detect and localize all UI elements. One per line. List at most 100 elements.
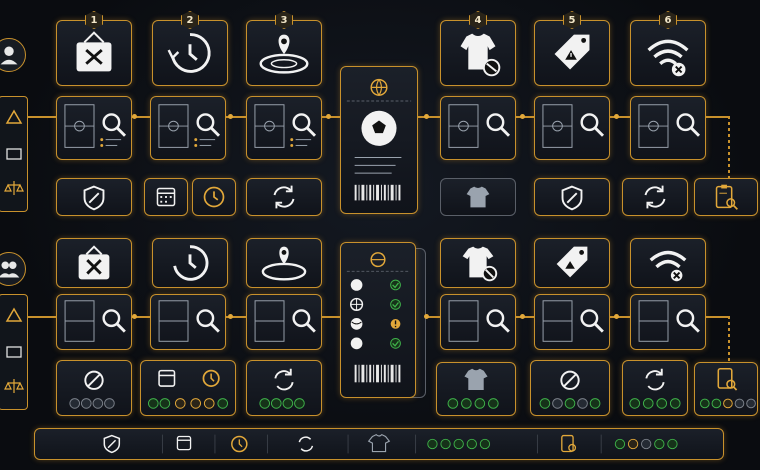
step4-tile[interactable] [440, 20, 516, 86]
pitch-magnifier-icon [64, 300, 126, 342]
calendar-clock-icons [147, 369, 229, 409]
shirt-blocked-icon [460, 33, 501, 77]
match-ticket-icons [346, 78, 412, 201]
shield-blocked-icon [561, 185, 583, 211]
row1-pitch-analysis-3[interactable] [246, 96, 322, 160]
connector-dot [228, 314, 233, 319]
no-entry-sign-icon [78, 245, 110, 280]
refresh-icon [644, 185, 666, 209]
row2-calendar-clock-tile[interactable] [140, 360, 236, 416]
step6-number: 6 [664, 14, 672, 26]
workflow-diagram: 1 2 3 4 5 6 [0, 0, 760, 470]
pitch-magnifier-icon [638, 300, 700, 342]
pitch-magnifier-icon [448, 104, 511, 148]
connector-dot [424, 114, 429, 119]
step1-number: 1 [90, 14, 98, 26]
row1-shirt-tile[interactable] [440, 178, 516, 216]
row2-step4-tile[interactable] [440, 238, 516, 288]
clock-rewind-icon [167, 33, 211, 73]
row2-step2-tile[interactable] [152, 238, 228, 288]
connector-dot [228, 114, 233, 119]
row1-refresh-tile[interactable] [246, 178, 322, 216]
pitch-magnifier-icon [254, 300, 316, 342]
clock-rewind-icon [173, 245, 209, 281]
step5-tile[interactable] [534, 20, 610, 86]
connector-dot [520, 314, 525, 319]
group-avatar-node[interactable] [0, 252, 26, 286]
step2-number: 2 [186, 14, 194, 26]
row2-block-tile[interactable] [56, 360, 132, 416]
row1-pitch-analysis-6[interactable] [630, 96, 706, 160]
row1-pitch-analysis-5[interactable] [534, 96, 610, 160]
step2-tile[interactable] [152, 20, 228, 86]
no-wifi-icon [647, 39, 689, 77]
row2-pitch-analysis-6[interactable] [630, 294, 706, 350]
shirt-icon [447, 368, 499, 409]
single-user-icon [0, 46, 18, 65]
row2-step3-tile[interactable] [246, 238, 322, 288]
warning-tag-icon [556, 246, 588, 278]
row2-shirt-tile[interactable] [436, 362, 516, 416]
no-entry-sign-icon [76, 31, 112, 72]
row2-pitch-analysis-2[interactable] [150, 294, 226, 350]
legend-icons [103, 433, 678, 454]
row2-refresh-tile[interactable] [246, 360, 322, 416]
shield-blocked-icon [83, 185, 105, 211]
row1-refresh-tile-2[interactable] [622, 178, 688, 216]
no-wifi-icon [649, 250, 687, 282]
pitch-magnifier-icon [638, 104, 701, 148]
row2-pitch-analysis-1[interactable] [56, 294, 132, 350]
row2-block-tile-2[interactable] [530, 360, 610, 416]
row2-step6-tile[interactable] [630, 238, 706, 288]
step4-number: 4 [474, 14, 482, 26]
clipboard-search-icon [715, 184, 738, 210]
refresh-icon [629, 368, 681, 409]
refresh-icon [273, 185, 295, 209]
row2-step5-tile[interactable] [534, 238, 610, 288]
row1-pitch-analysis-4[interactable] [440, 96, 516, 160]
row2-pitch-analysis-5[interactable] [534, 294, 610, 350]
connector-dot [132, 114, 137, 119]
row1-clock-tile[interactable] [192, 178, 236, 216]
connector-dot [614, 114, 619, 119]
calendar-icon [156, 187, 176, 207]
connector-dot [132, 314, 137, 319]
multi-sport-ticket-card[interactable] [340, 242, 416, 398]
user-avatar-node[interactable] [0, 38, 26, 72]
shirt-icon [466, 186, 490, 208]
step3-tile[interactable] [246, 20, 322, 86]
row2-step1-tile[interactable] [56, 238, 132, 288]
warning-tag-icon [554, 34, 590, 70]
shirt-blocked-icon [462, 246, 498, 282]
group-users-icon [0, 261, 20, 278]
row1-pitch-analysis-2[interactable] [150, 96, 226, 160]
blocked-circle-icon [69, 370, 115, 409]
pitch-magnifier-icon [158, 300, 220, 342]
pitch-magnifier-icon [542, 104, 605, 148]
clipboard-search-icon [700, 368, 756, 409]
multi-sport-ticket-icons [346, 252, 410, 383]
row1-calendar-tile[interactable] [144, 178, 188, 216]
step1-tile[interactable] [56, 20, 132, 86]
row1-clipboard-tile[interactable] [694, 178, 758, 216]
row2-refresh-tile-2[interactable] [622, 360, 688, 416]
step5-number: 5 [568, 14, 576, 26]
row2-clipboard-tile[interactable] [694, 362, 758, 416]
connector-dot [424, 314, 429, 319]
row2-sidebar [0, 294, 28, 410]
step6-tile[interactable] [630, 20, 706, 86]
row2-pitch-analysis-4[interactable] [440, 294, 516, 350]
row1-sidebar-icons [4, 109, 24, 195]
connector-dot [326, 114, 331, 119]
pitch-magnifier-icon [158, 104, 221, 148]
row1-right-down [728, 116, 730, 186]
row1-pitch-analysis-1[interactable] [56, 96, 132, 160]
row1-shield-tile-2[interactable] [534, 178, 610, 216]
row2-pitch-analysis-3[interactable] [246, 294, 322, 350]
stadium-location-icon [261, 246, 307, 281]
row1-shield-tile[interactable] [56, 178, 132, 216]
connector-dot [520, 114, 525, 119]
match-ticket-card[interactable] [340, 66, 418, 214]
pitch-magnifier-icon [448, 300, 510, 342]
refresh-icon [259, 368, 305, 409]
